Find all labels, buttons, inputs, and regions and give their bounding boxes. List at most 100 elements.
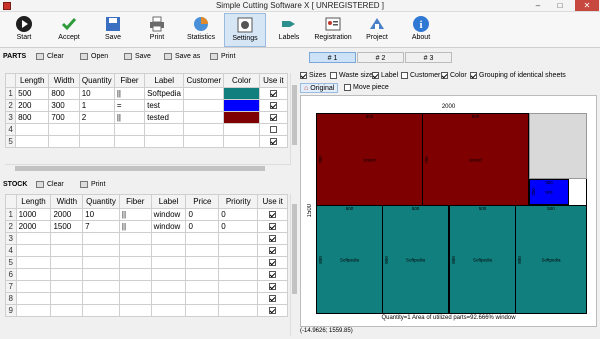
column-header-width[interactable]: Width xyxy=(48,73,80,88)
table-row[interactable]: 2 2000 1500 7 || window 0 0 xyxy=(5,220,288,233)
label-cell[interactable] xyxy=(150,268,187,281)
column-header-length[interactable]: Length xyxy=(15,194,52,209)
parts-scroll-thumb[interactable] xyxy=(292,85,297,145)
column-header-label[interactable]: Label xyxy=(144,73,185,88)
width-cell[interactable]: 300 xyxy=(48,99,80,112)
quantity-cell[interactable] xyxy=(82,280,120,293)
priority-cell[interactable] xyxy=(218,232,259,245)
column-header-fiber[interactable]: Fiber xyxy=(118,194,152,209)
use-it-cell[interactable] xyxy=(257,220,288,233)
length-cell[interactable]: 2000 xyxy=(15,220,52,233)
column-header-color[interactable]: Color xyxy=(223,73,260,88)
width-cell[interactable] xyxy=(50,280,84,293)
column-header-customer[interactable]: Customer xyxy=(183,73,225,88)
width-cell[interactable] xyxy=(50,256,84,269)
column-header-fiber[interactable]: Fiber xyxy=(113,73,146,88)
quantity-cell[interactable] xyxy=(82,256,120,269)
width-cell[interactable]: 2000 xyxy=(50,208,84,221)
length-cell[interactable] xyxy=(15,244,52,257)
parts-save-button[interactable]: Save xyxy=(124,51,151,62)
parts-save-as-button[interactable]: Save as xyxy=(164,51,200,62)
label-checkbox[interactable] xyxy=(372,71,379,79)
use-it-cell[interactable] xyxy=(257,232,288,245)
priority-cell[interactable]: 0 xyxy=(218,220,259,233)
use-it-checkbox[interactable] xyxy=(269,90,277,98)
sheet-tab-1[interactable]: # 1 xyxy=(309,52,356,63)
quantity-cell[interactable] xyxy=(82,244,120,257)
price-cell[interactable] xyxy=(185,268,220,281)
priority-cell[interactable] xyxy=(218,304,259,317)
table-row[interactable]: 9 xyxy=(5,304,288,317)
column-header-quantity[interactable]: Quantity xyxy=(78,73,115,88)
print-button[interactable]: Print xyxy=(136,13,178,47)
layout-piece[interactable]: 800 700 tested xyxy=(316,113,423,206)
priority-cell[interactable] xyxy=(218,268,259,281)
customer-cell[interactable] xyxy=(183,111,225,124)
move-piece-checkbox[interactable] xyxy=(344,83,351,91)
table-row[interactable]: 3 xyxy=(5,232,288,245)
layout-piece[interactable]: 500 800 Softpedia xyxy=(316,205,383,314)
quantity-cell[interactable] xyxy=(78,135,115,148)
grouping-option[interactable]: Grouping of identical sheets xyxy=(470,71,566,81)
color-cell[interactable] xyxy=(223,87,260,100)
fiber-cell[interactable] xyxy=(118,232,152,245)
table-row[interactable]: 2 200 300 1 = test xyxy=(4,99,289,112)
fiber-cell[interactable] xyxy=(118,292,152,305)
label-cell[interactable] xyxy=(150,244,187,257)
use-it-checkbox[interactable] xyxy=(269,283,277,291)
use-it-checkbox[interactable] xyxy=(269,223,277,231)
price-cell[interactable]: 0 xyxy=(185,220,220,233)
label-cell[interactable]: tested xyxy=(144,111,185,124)
length-cell[interactable]: 800 xyxy=(15,111,50,124)
statistics-button[interactable]: Statistics xyxy=(180,13,222,47)
length-cell[interactable] xyxy=(15,280,52,293)
customer-option[interactable]: Customer xyxy=(401,71,440,81)
sizes-option[interactable]: Sizes xyxy=(300,71,326,81)
label-cell[interactable]: test xyxy=(144,99,185,112)
customer-checkbox[interactable] xyxy=(401,71,408,79)
settings-button[interactable]: Settings xyxy=(224,13,266,47)
parts-clear-button[interactable]: Clear xyxy=(36,51,64,62)
length-cell[interactable] xyxy=(15,268,52,281)
use-it-checkbox[interactable] xyxy=(269,211,277,219)
price-cell[interactable] xyxy=(185,244,220,257)
color-cell[interactable] xyxy=(223,135,260,148)
fiber-cell[interactable] xyxy=(118,256,152,269)
use-it-cell[interactable] xyxy=(258,99,289,112)
layout-piece[interactable]: 500 800 Softpedia xyxy=(382,205,449,314)
label-cell[interactable] xyxy=(150,256,187,269)
start-button[interactable]: Start xyxy=(3,13,45,47)
quantity-cell[interactable]: 10 xyxy=(82,208,120,221)
label-cell[interactable] xyxy=(150,292,187,305)
table-row[interactable]: 5 xyxy=(5,256,288,269)
about-button[interactable]: i About xyxy=(400,13,442,47)
sizes-checkbox[interactable] xyxy=(300,71,307,79)
use-it-checkbox[interactable] xyxy=(269,307,277,315)
use-it-cell[interactable] xyxy=(257,292,288,305)
layout-piece[interactable]: 500 800 Softpedia xyxy=(515,205,587,314)
column-header-width[interactable]: Width xyxy=(50,194,84,209)
length-cell[interactable]: 200 xyxy=(15,99,50,112)
quantity-cell[interactable] xyxy=(82,268,120,281)
table-row[interactable]: 5 xyxy=(4,135,289,148)
quantity-cell[interactable] xyxy=(78,123,115,136)
width-cell[interactable] xyxy=(48,135,80,148)
close-button[interactable]: ✕ xyxy=(575,0,599,11)
width-cell[interactable]: 1500 xyxy=(50,220,84,233)
length-cell[interactable] xyxy=(15,304,52,317)
use-it-checkbox[interactable] xyxy=(269,271,277,279)
stock-print-button[interactable]: Print xyxy=(80,179,105,190)
color-option[interactable]: Color xyxy=(441,71,467,81)
fiber-cell[interactable] xyxy=(113,123,146,136)
width-cell[interactable]: 800 xyxy=(48,87,80,100)
quantity-cell[interactable]: 10 xyxy=(78,87,115,100)
label-cell[interactable] xyxy=(150,280,187,293)
layout-piece[interactable]: 500 800 Softpedia xyxy=(449,205,516,314)
registration-button[interactable]: Registration xyxy=(312,13,354,47)
column-header-quantity[interactable]: Quantity xyxy=(82,194,120,209)
use-it-cell[interactable] xyxy=(258,111,289,124)
use-it-checkbox[interactable] xyxy=(269,126,277,134)
column-header-length[interactable]: Length xyxy=(15,73,50,88)
quantity-cell[interactable]: 1 xyxy=(78,99,115,112)
length-cell[interactable] xyxy=(15,123,50,136)
